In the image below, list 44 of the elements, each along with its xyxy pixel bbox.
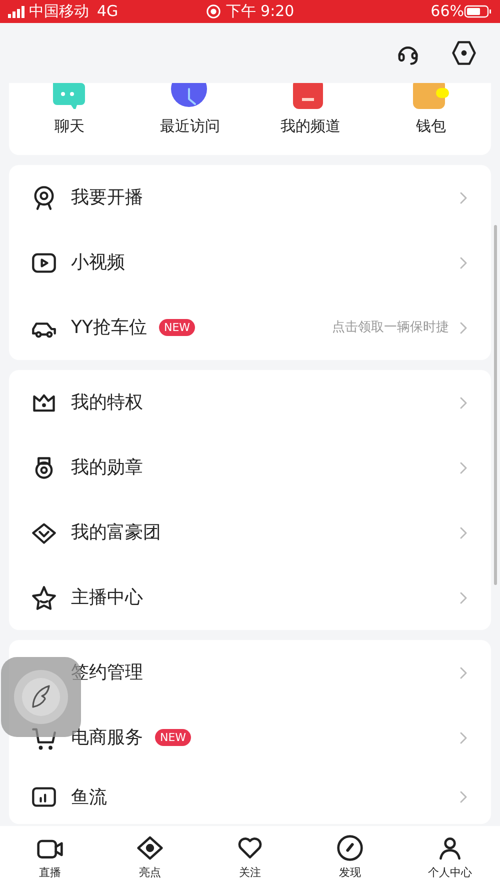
menu-item[interactable]: YY抢车位 NEW 点击领取一辆保时捷 (9, 295, 491, 360)
chevron-icon (459, 256, 469, 270)
compass-icon (336, 834, 364, 862)
tab-button[interactable]: 亮点 (100, 826, 200, 889)
shortcut-button[interactable]: 最近访问 (130, 83, 250, 155)
feather-icon (11, 667, 71, 727)
record-icon (206, 4, 221, 19)
clock-icon (170, 83, 209, 109)
shortcut-button[interactable]: 钱包 (370, 83, 491, 155)
new-badge: NEW (159, 319, 196, 336)
shortcut-button[interactable]: 我的频道 (250, 83, 370, 155)
battery-percent: 66% (430, 1, 464, 22)
carrier-name: 中国移动 (29, 1, 89, 22)
chevron-icon (459, 730, 469, 744)
wallet-icon (412, 83, 450, 109)
menu-item[interactable]: 我的富豪团 (9, 500, 491, 565)
menu-item[interactable]: 我要开播 (9, 165, 491, 230)
chevron-icon (459, 396, 469, 410)
tab-button[interactable]: 发现 (300, 826, 400, 889)
battery-icon (464, 5, 492, 18)
settings-icon[interactable] (450, 39, 478, 67)
eye-icon (136, 834, 164, 862)
tab-button[interactable]: 关注 (200, 826, 300, 889)
menu-item[interactable]: 主播中心 (9, 565, 491, 630)
new-badge: NEW (155, 729, 192, 746)
chevron-icon (459, 526, 469, 540)
signal-icon (8, 6, 25, 18)
network-type: 4G (97, 1, 118, 22)
status-time: 下午 9:20 (226, 1, 294, 22)
menu-item[interactable]: 我的勋章 (9, 435, 491, 500)
chevron-icon (459, 790, 469, 804)
star-icon (31, 584, 57, 610)
shortcut-button[interactable]: 聊天 (9, 83, 130, 155)
chevron-icon (459, 666, 469, 680)
tab-button[interactable]: 直播 (0, 826, 100, 889)
chevron-icon (459, 460, 469, 474)
menu-item[interactable]: 鱼流 (9, 770, 491, 824)
menu-item[interactable]: 我的特权 (9, 370, 491, 435)
chevron-icon (459, 190, 469, 204)
tab-button[interactable]: 个人中心 (400, 826, 500, 889)
chevron-icon (459, 320, 469, 334)
hint-text: 点击领取一辆保时捷 (332, 318, 449, 337)
chevron-icon (459, 590, 469, 604)
menu-item[interactable]: 小视频 (9, 230, 491, 295)
